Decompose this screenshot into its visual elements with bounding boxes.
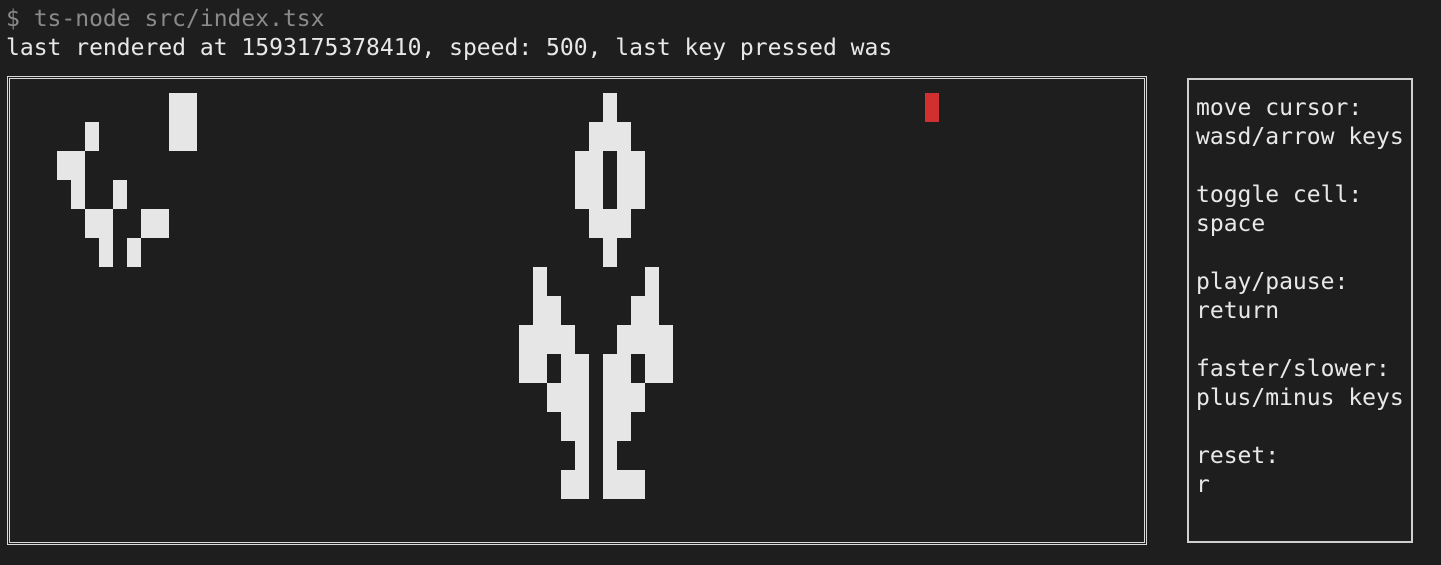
live-cell[interactable]: [617, 354, 631, 383]
live-cell[interactable]: [603, 93, 617, 122]
live-cell[interactable]: [533, 354, 547, 383]
help-keys-move: wasd/arrow keys: [1196, 124, 1404, 150]
live-cell[interactable]: [561, 383, 575, 412]
live-cell[interactable]: [575, 180, 589, 209]
live-cell[interactable]: [659, 354, 673, 383]
live-cell[interactable]: [603, 383, 617, 412]
live-cell[interactable]: [589, 180, 603, 209]
live-cell[interactable]: [617, 470, 631, 499]
live-cell[interactable]: [603, 122, 617, 151]
live-cell[interactable]: [603, 354, 617, 383]
live-cell[interactable]: [169, 93, 183, 122]
live-cell[interactable]: [631, 470, 645, 499]
live-cell[interactable]: [169, 122, 183, 151]
live-cell[interactable]: [533, 296, 547, 325]
live-cell[interactable]: [99, 209, 113, 238]
live-cell[interactable]: [127, 238, 141, 267]
help-keys-reset: r: [1196, 472, 1210, 498]
live-cell[interactable]: [71, 180, 85, 209]
live-cell[interactable]: [631, 325, 645, 354]
game-board[interactable]: [7, 76, 1147, 545]
status-line: last rendered at 1593175378410, speed: 5…: [6, 35, 893, 61]
live-cell[interactable]: [547, 383, 561, 412]
live-cell[interactable]: [519, 354, 533, 383]
live-cell[interactable]: [589, 151, 603, 180]
live-cell[interactable]: [575, 354, 589, 383]
help-keys-toggle: space: [1196, 211, 1266, 237]
live-cell[interactable]: [183, 93, 197, 122]
live-cell[interactable]: [575, 470, 589, 499]
live-cell[interactable]: [141, 209, 155, 238]
live-cell[interactable]: [645, 325, 659, 354]
live-cell[interactable]: [183, 122, 197, 151]
live-cell[interactable]: [575, 441, 589, 470]
live-cell[interactable]: [533, 325, 547, 354]
live-cell[interactable]: [603, 441, 617, 470]
live-cell[interactable]: [617, 209, 631, 238]
live-cell[interactable]: [617, 412, 631, 441]
live-cell[interactable]: [575, 151, 589, 180]
live-cell[interactable]: [631, 383, 645, 412]
live-cell[interactable]: [631, 180, 645, 209]
live-cell[interactable]: [617, 122, 631, 151]
live-cell[interactable]: [561, 354, 575, 383]
live-cell[interactable]: [603, 470, 617, 499]
live-cell[interactable]: [561, 412, 575, 441]
live-cell[interactable]: [589, 209, 603, 238]
live-cell[interactable]: [57, 151, 71, 180]
help-title-play: play/pause:: [1196, 269, 1349, 295]
live-cell[interactable]: [645, 267, 659, 296]
help-title-reset: reset:: [1196, 443, 1280, 469]
help-title-speed: faster/slower:: [1196, 356, 1390, 382]
live-cell[interactable]: [533, 267, 547, 296]
live-cell[interactable]: [113, 180, 127, 209]
live-cell[interactable]: [547, 325, 561, 354]
live-cell[interactable]: [589, 122, 603, 151]
live-cell[interactable]: [99, 238, 113, 267]
live-cell[interactable]: [155, 209, 169, 238]
live-cell[interactable]: [519, 325, 533, 354]
live-cell[interactable]: [71, 151, 85, 180]
live-cell[interactable]: [631, 296, 645, 325]
live-cell[interactable]: [617, 180, 631, 209]
live-cell[interactable]: [659, 325, 673, 354]
live-cell[interactable]: [561, 470, 575, 499]
live-cell[interactable]: [603, 412, 617, 441]
help-keys-play: return: [1196, 298, 1280, 324]
live-cell[interactable]: [547, 296, 561, 325]
live-cell[interactable]: [85, 122, 99, 151]
help-title-move: move cursor:: [1196, 95, 1363, 121]
help-keys-speed: plus/minus keys: [1196, 385, 1404, 411]
help-panel: move cursor: wasd/arrow keys toggle cell…: [1187, 78, 1413, 543]
live-cell[interactable]: [603, 238, 617, 267]
live-cell[interactable]: [575, 412, 589, 441]
live-cell[interactable]: [645, 296, 659, 325]
live-cell[interactable]: [603, 209, 617, 238]
live-cell[interactable]: [631, 151, 645, 180]
live-cell[interactable]: [85, 209, 99, 238]
live-cell[interactable]: [561, 325, 575, 354]
board-cursor[interactable]: [925, 93, 939, 122]
command-prompt: $ ts-node src/index.tsx: [6, 6, 325, 32]
live-cell[interactable]: [617, 151, 631, 180]
live-cell[interactable]: [575, 383, 589, 412]
help-title-toggle: toggle cell:: [1196, 182, 1363, 208]
live-cell[interactable]: [617, 383, 631, 412]
live-cell[interactable]: [617, 325, 631, 354]
live-cell[interactable]: [645, 354, 659, 383]
